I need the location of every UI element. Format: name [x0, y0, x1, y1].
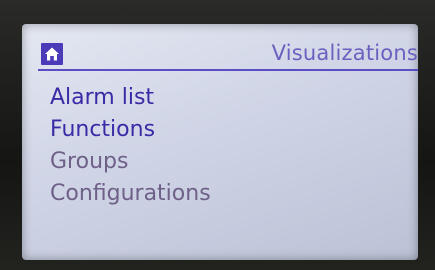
main-menu: Alarm list Functions Groups Configuratio… [50, 82, 211, 210]
page-title: Visualizations [271, 41, 418, 65]
menu-item-alarm-list[interactable]: Alarm list [50, 82, 211, 114]
device-bezel: Visualizations Alarm list Functions Grou… [0, 0, 435, 270]
header-divider [38, 69, 418, 71]
display-screen: Visualizations Alarm list Functions Grou… [22, 24, 418, 260]
menu-item-groups[interactable]: Groups [50, 146, 211, 178]
home-button[interactable] [41, 43, 63, 65]
screen-header: Visualizations [22, 24, 418, 72]
menu-item-functions[interactable]: Functions [50, 114, 211, 146]
home-icon [45, 47, 59, 61]
menu-item-configurations[interactable]: Configurations [50, 178, 211, 210]
